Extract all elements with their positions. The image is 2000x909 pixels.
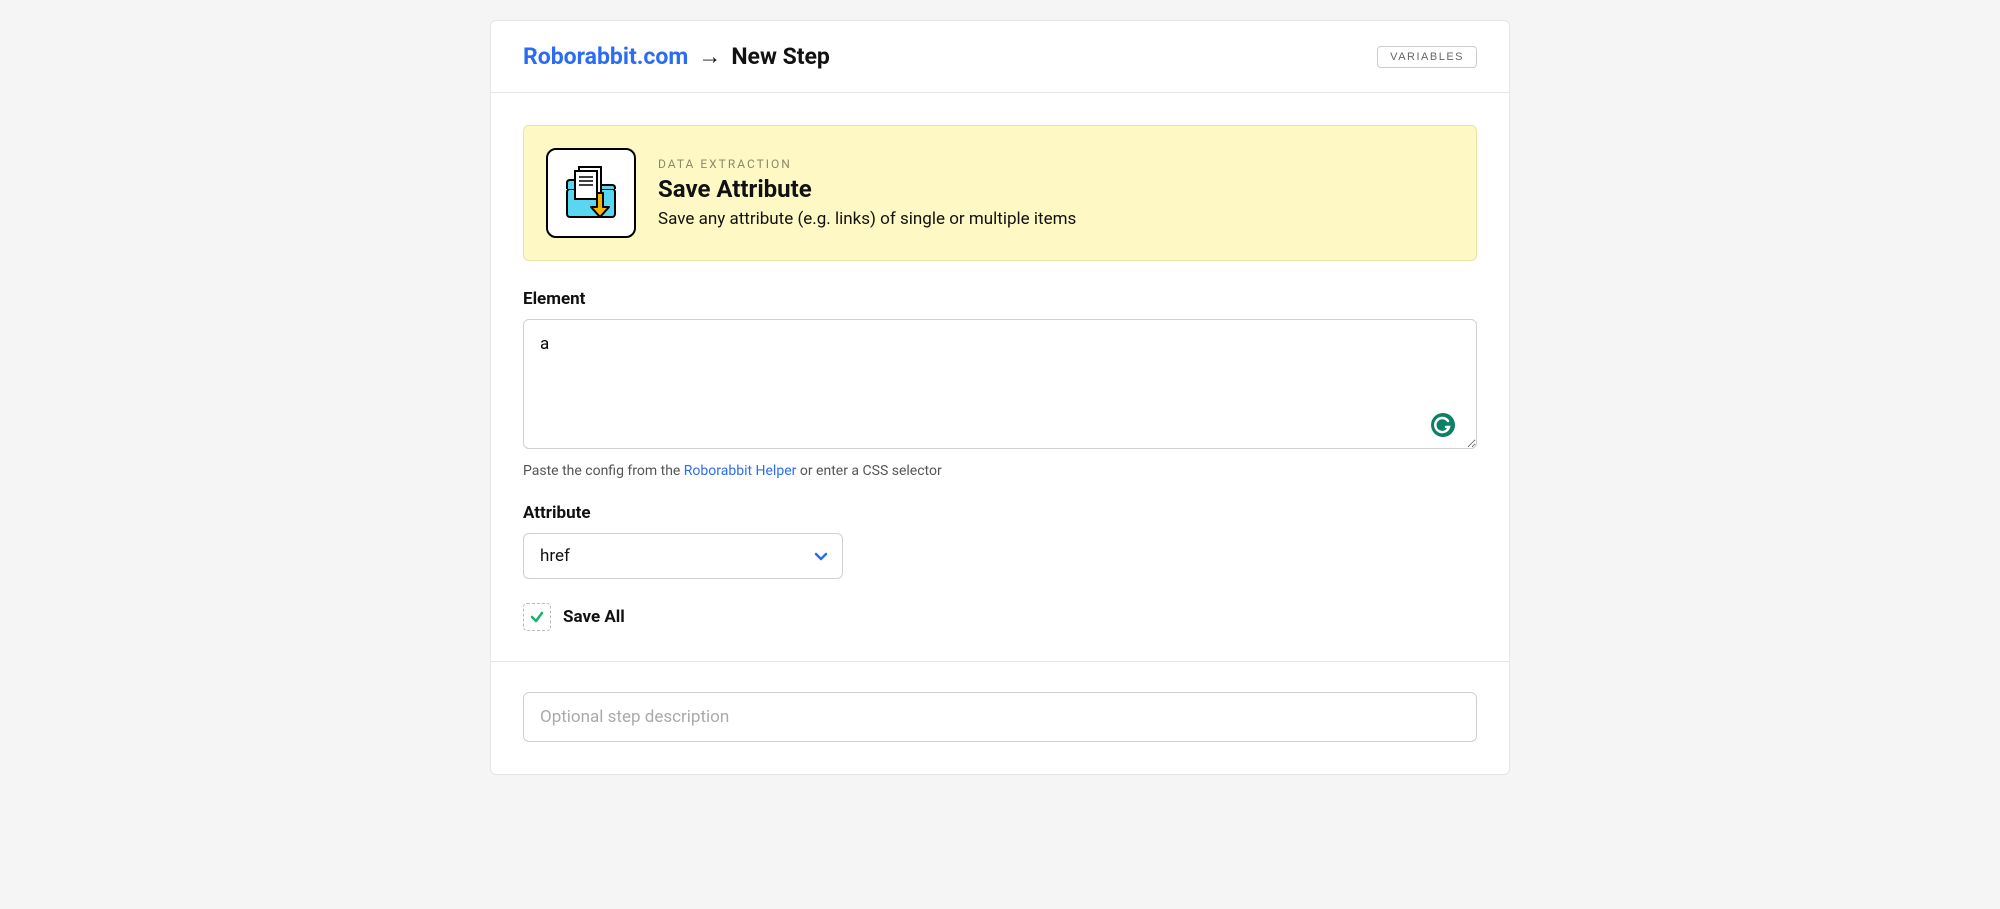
step-category: DATA EXTRACTION bbox=[658, 157, 1076, 171]
step-meta: DATA EXTRACTION Save Attribute Save any … bbox=[658, 157, 1076, 229]
attribute-select[interactable]: href bbox=[523, 533, 843, 579]
step-description-input[interactable] bbox=[523, 692, 1477, 742]
element-label: Element bbox=[523, 289, 1477, 309]
save-all-label: Save All bbox=[563, 607, 625, 627]
step-type-card: DATA EXTRACTION Save Attribute Save any … bbox=[523, 125, 1477, 261]
panel-body: DATA EXTRACTION Save Attribute Save any … bbox=[491, 93, 1509, 774]
attribute-label: Attribute bbox=[523, 503, 1477, 523]
breadcrumb-current: New Step bbox=[731, 43, 830, 70]
step-description: Save any attribute (e.g. links) of singl… bbox=[658, 209, 1076, 229]
variables-button[interactable]: VARIABLES bbox=[1377, 46, 1477, 68]
section-divider bbox=[491, 661, 1509, 662]
step-title: Save Attribute bbox=[658, 175, 1076, 203]
helper-link[interactable]: Roborabbit Helper bbox=[684, 463, 797, 479]
check-icon bbox=[529, 609, 545, 625]
save-attribute-folder-icon bbox=[546, 148, 636, 238]
step-editor-panel: Roborabbit.com → New Step VARIABLES bbox=[490, 20, 1510, 775]
panel-header: Roborabbit.com → New Step VARIABLES bbox=[491, 21, 1509, 93]
save-all-row: Save All bbox=[523, 603, 1477, 631]
save-all-checkbox[interactable] bbox=[523, 603, 551, 631]
element-input[interactable] bbox=[523, 319, 1477, 449]
breadcrumb-root-link[interactable]: Roborabbit.com bbox=[523, 43, 688, 70]
breadcrumb: Roborabbit.com → New Step bbox=[523, 43, 830, 70]
arrow-right-icon: → bbox=[698, 43, 721, 70]
element-helper-text: Paste the config from the Roborabbit Hel… bbox=[523, 463, 1477, 479]
